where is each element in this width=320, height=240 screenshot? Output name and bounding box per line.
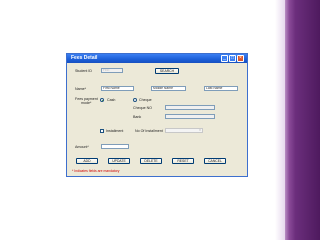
window-title: Fees Detail — [71, 55, 98, 61]
amount-label: Amount* — [75, 145, 89, 149]
cancel-button[interactable]: CANCEL — [204, 158, 226, 164]
close-button[interactable]: × — [237, 55, 244, 62]
update-button[interactable]: UPDATE — [108, 158, 130, 164]
installment-label: Installment — [106, 129, 124, 133]
name-label: Name* — [75, 87, 86, 91]
bank-field — [165, 114, 215, 119]
reset-button[interactable]: RESET — [172, 158, 194, 164]
decorative-right-band — [275, 0, 320, 240]
cheque-no-field — [165, 105, 215, 110]
installment-checkbox[interactable] — [100, 129, 104, 133]
minimize-button[interactable]: _ — [221, 55, 228, 62]
no-of-installment-select: ▾ — [165, 128, 203, 133]
student-id-label: Student ID — [75, 69, 92, 73]
student-id-field: FEE — [101, 68, 123, 73]
chevron-down-icon: ▾ — [199, 128, 201, 132]
add-button[interactable]: ADD — [76, 158, 98, 164]
search-button[interactable]: SEARCH — [155, 68, 179, 74]
no-of-installment-label: No Of Installment — [135, 129, 163, 133]
cash-radio[interactable] — [100, 98, 104, 102]
cheque-label: Cheque — [139, 98, 152, 102]
window-title-bar: Fees Detail _ □ × — [67, 54, 247, 63]
delete-button[interactable]: DELETE — [140, 158, 162, 164]
fees-payment-mode-label-line2: mode* — [81, 101, 92, 105]
middle-name-field[interactable]: Middle Name — [151, 86, 186, 91]
cheque-no-label: Cheque NO — [133, 106, 152, 110]
cheque-radio[interactable] — [133, 98, 137, 102]
cash-label: Cash — [107, 98, 116, 102]
maximize-button[interactable]: □ — [229, 55, 236, 62]
first-name-field[interactable]: First Name — [101, 86, 134, 91]
fees-detail-window: Fees Detail _ □ × Student ID FEE SEARCH … — [66, 53, 248, 177]
amount-field[interactable] — [101, 144, 129, 149]
bank-label: Bank — [133, 115, 142, 119]
mandatory-fields-note: * Indicates fields are mandatory — [72, 169, 120, 173]
last-name-field[interactable]: Last Name — [204, 86, 238, 91]
